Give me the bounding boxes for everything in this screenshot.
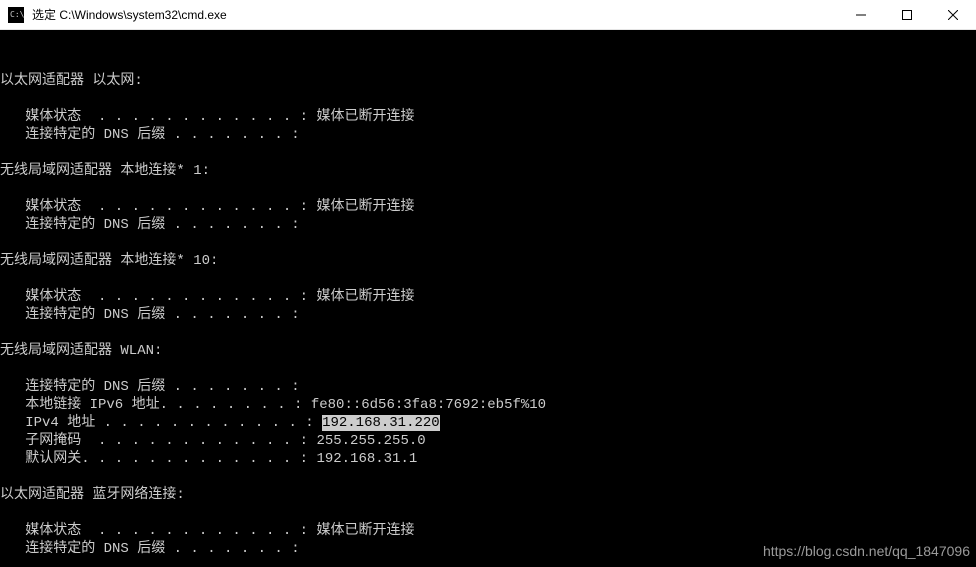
terminal-line: 连接特定的 DNS 后缀 . . . . . . . : [0, 306, 976, 324]
minimize-button[interactable] [838, 0, 884, 30]
terminal-blank-line [0, 324, 976, 342]
terminal-line: 以太网适配器 以太网: [0, 72, 976, 90]
terminal-line: 连接特定的 DNS 后缀 . . . . . . . : [0, 126, 976, 144]
terminal-line: 媒体状态 . . . . . . . . . . . . : 媒体已断开连接 [0, 288, 976, 306]
close-button[interactable] [930, 0, 976, 30]
terminal-line: 本地链接 IPv6 地址. . . . . . . . : fe80::6d56… [0, 396, 976, 414]
svg-text:C:\: C:\ [10, 10, 24, 19]
terminal-line: 无线局域网适配器 本地连接* 10: [0, 252, 976, 270]
terminal-line: 连接特定的 DNS 后缀 . . . . . . . : [0, 378, 976, 396]
window-controls [838, 0, 976, 29]
terminal-line: 媒体状态 . . . . . . . . . . . . : 媒体已断开连接 [0, 108, 976, 126]
terminal-blank-line [0, 270, 976, 288]
terminal-line: 无线局域网适配器 WLAN: [0, 342, 976, 360]
terminal-blank-line [0, 90, 976, 108]
terminal-line: 媒体状态 . . . . . . . . . . . . : 媒体已断开连接 [0, 198, 976, 216]
terminal-line: IPv4 地址 . . . . . . . . . . . . : 192.16… [0, 414, 976, 432]
terminal-line: 连接特定的 DNS 后缀 . . . . . . . : [0, 216, 976, 234]
terminal-blank-line [0, 180, 976, 198]
selected-text: 192.168.31.220 [322, 415, 440, 431]
terminal-blank-line [0, 234, 976, 252]
terminal-line: 无线局域网适配器 本地连接* 1: [0, 162, 976, 180]
window-title: 选定 C:\Windows\system32\cmd.exe [32, 6, 838, 23]
terminal-blank-line [0, 54, 976, 72]
terminal-blank-line [0, 468, 976, 486]
terminal-blank-line [0, 360, 976, 378]
terminal-blank-line [0, 504, 976, 522]
terminal-line: 媒体状态 . . . . . . . . . . . . : 媒体已断开连接 [0, 522, 976, 540]
terminal-line: 连接特定的 DNS 后缀 . . . . . . . : [0, 540, 976, 558]
window-titlebar: C:\ 选定 C:\Windows\system32\cmd.exe [0, 0, 976, 30]
terminal-output[interactable]: 以太网适配器 以太网: 媒体状态 . . . . . . . . . . . .… [0, 30, 976, 567]
terminal-blank-line [0, 558, 976, 567]
terminal-line: 子网掩码 . . . . . . . . . . . . : 255.255.2… [0, 432, 976, 450]
terminal-line: 以太网适配器 蓝牙网络连接: [0, 486, 976, 504]
terminal-line: 默认网关. . . . . . . . . . . . . : 192.168.… [0, 450, 976, 468]
maximize-button[interactable] [884, 0, 930, 30]
terminal-blank-line [0, 144, 976, 162]
cmd-icon: C:\ [8, 7, 24, 23]
